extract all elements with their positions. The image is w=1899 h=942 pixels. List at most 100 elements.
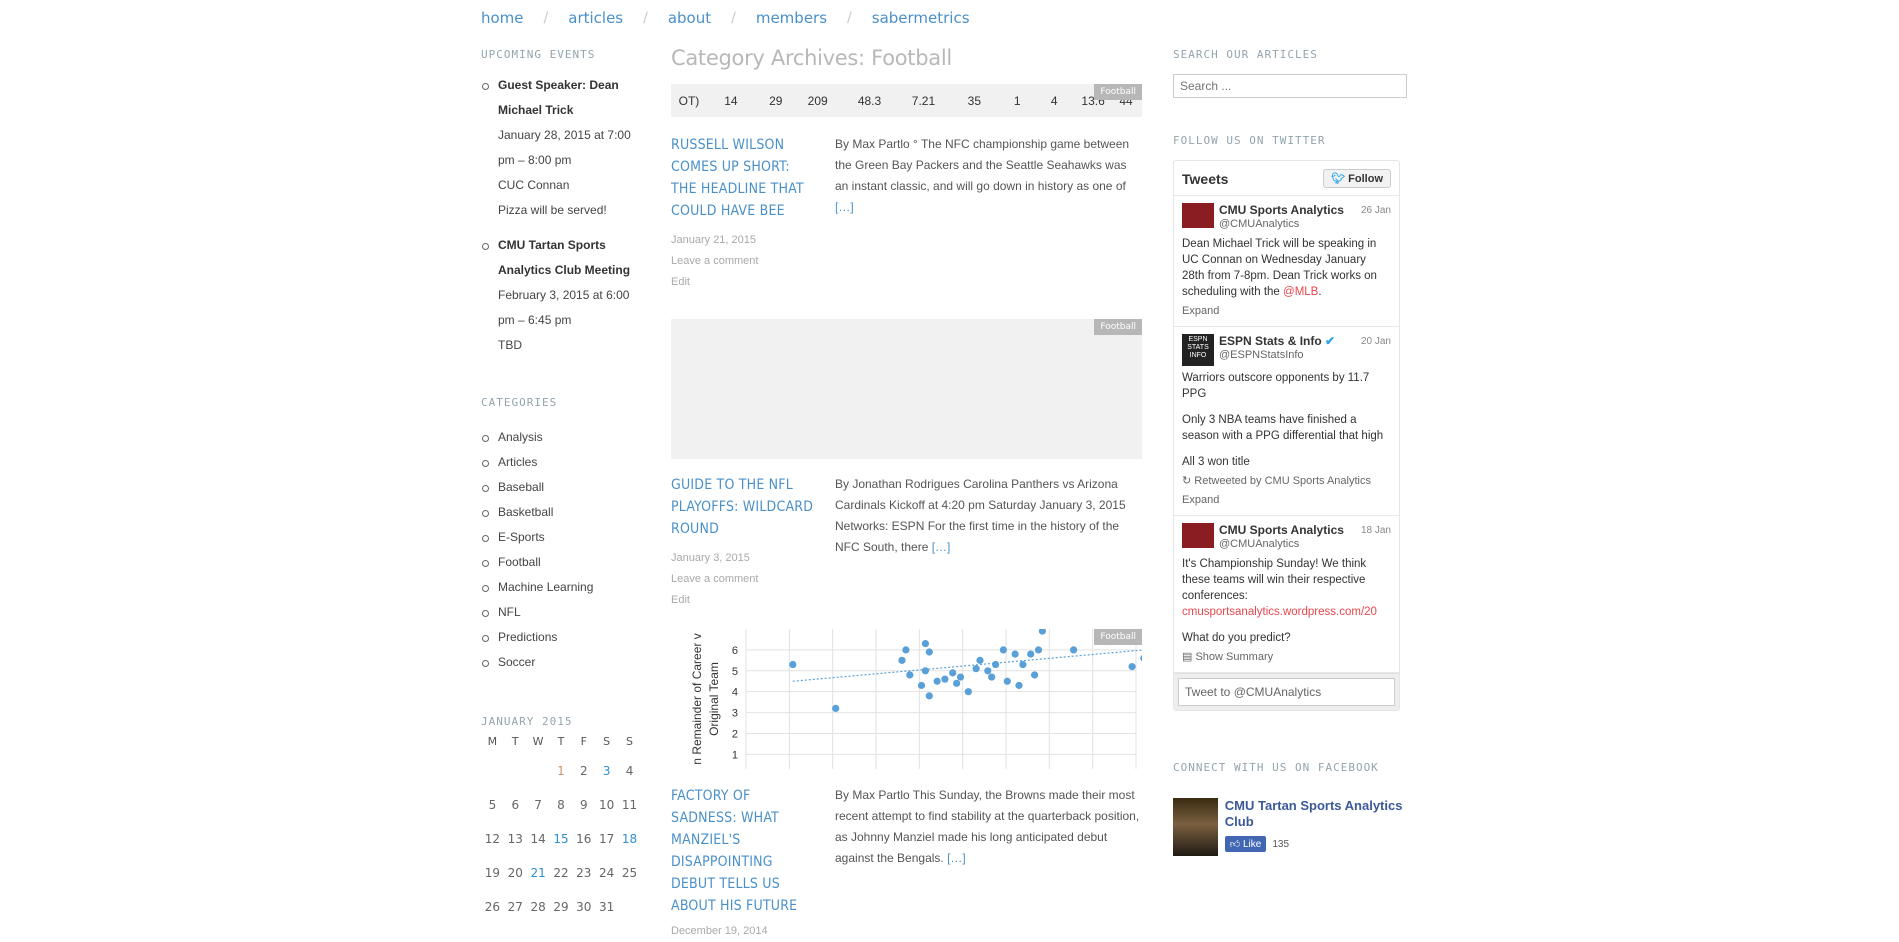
category-item[interactable]: Articles [481,450,641,475]
post-meta: January 3, 2015 Leave a comment Edit [671,548,814,611]
nav-sabermetrics[interactable]: sabermetrics [872,9,970,27]
calendar-day: 1 [557,764,565,778]
post-thumbnail[interactable]: Football [671,319,1142,459]
category-item[interactable]: Analysis [481,425,641,450]
data-point [976,656,984,664]
weekday: W [532,734,544,748]
facebook-like-button[interactable]: 👍︎ Like [1224,836,1267,852]
tweet-handle[interactable]: @CMUAnalytics [1219,537,1344,552]
nav-members[interactable]: members [756,9,827,27]
weekday: T [511,734,519,748]
post-title[interactable]: FACTORY OF SADNESS: WHAT MANZIEL'S DISAP… [671,788,797,914]
expand-link[interactable]: Expand [1182,303,1391,319]
data-point [933,677,941,685]
tweet-author[interactable]: CMU Sports Analytics [1219,523,1344,537]
twitter-bird-icon: 🐦︎ [1331,173,1346,185]
post-thumbnail[interactable]: 1 2 3 4 5 6 n Remainder of Career v Original Te… [671,629,1142,769]
calendar-day: 17 [599,832,615,846]
tweet-author[interactable]: CMU Sports Analytics [1219,203,1344,217]
search-input[interactable] [1173,74,1407,98]
event-title[interactable]: CMU Tartan Sports Analytics Club Meeting [498,233,641,283]
read-more-link[interactable]: […] [947,851,966,865]
tweet-handle[interactable]: @CMUAnalytics [1219,217,1344,232]
post-title[interactable]: GUIDE TO THE NFL PLAYOFFS: WILDCARD ROUN… [671,477,813,537]
retweet-info: ↻ Retweeted by CMU Sports Analytics [1182,473,1391,489]
tweet-date[interactable]: 26 Jan [1361,205,1391,216]
nav-articles[interactable]: articles [568,9,623,27]
calendar-day[interactable]: 15 [550,822,573,856]
category-item[interactable]: Basketball [481,500,641,525]
follow-label: Follow [1348,173,1383,185]
calendar-day: 9 [579,798,588,812]
category-item[interactable]: NFL [481,600,641,625]
tweet-handle[interactable]: @ESPNStatsInfo [1219,348,1335,363]
weekday: S [603,734,611,748]
tweet-author-name: ESPN Stats & Info [1219,334,1322,348]
calendar-day[interactable]: 3 [595,754,618,788]
event-where: CUC Connan [498,178,570,192]
expand-link[interactable]: Expand [1182,492,1391,508]
tweet-author[interactable]: ESPN Stats & Info ✔ [1219,334,1335,348]
tweet-url-link[interactable]: cmusportsanalytics.wordpress.com/20 [1182,604,1391,620]
post-date[interactable]: January 3, 2015 [671,548,814,569]
category-item[interactable]: Baseball [481,475,641,500]
tweet-text: Dean Michael Trick will be speaking in U… [1182,236,1391,300]
calendar-table: M T W T F S S 1 2 3 4 5 6 7 8 9 10 11 12 13 14 15 16 17 1… [481,728,641,924]
category-badge[interactable]: Football [1094,629,1142,645]
category-badge[interactable]: Football [1094,84,1142,100]
excerpt-text: By Max Partlo ° The NFC championship gam… [835,137,1130,193]
category-item[interactable]: Machine Learning [481,575,641,600]
post-date[interactable]: January 21, 2015 [671,230,814,251]
leave-comment-link[interactable]: Leave a comment [671,251,814,272]
table-cell: 7.21 [911,93,936,108]
mention-link[interactable]: @MLB [1283,286,1318,298]
post-date[interactable]: December 19, 2014 [671,921,814,942]
retweet-label[interactable]: Retweeted by CMU Sports Analytics [1194,475,1371,487]
avatar[interactable] [1182,523,1214,548]
nav-about[interactable]: about [668,9,711,27]
search-widget-title: SEARCH OUR ARTICLES [1173,48,1318,61]
calendar-day: 10 [599,798,615,812]
category-item[interactable]: E-Sports [481,525,641,550]
calendar-day [504,754,527,788]
event-title[interactable]: Guest Speaker: Dean Michael Trick [498,73,641,123]
calendar-day: 20 [507,866,523,880]
data-point [921,667,929,675]
category-item[interactable]: Soccer [481,650,641,675]
calendar-day[interactable]: 21 [527,856,550,890]
facebook-page-photo[interactable] [1173,798,1218,856]
tweet-compose-input[interactable]: Tweet to @CMUAnalytics [1178,678,1395,706]
read-more-link[interactable]: […] [932,540,951,554]
tweet-text: All 3 won title [1182,456,1250,468]
like-label: Like [1243,839,1262,850]
twitter-follow-button[interactable]: 🐦︎ Follow [1323,169,1391,188]
edit-link[interactable]: Edit [671,590,814,611]
data-point [1034,646,1043,654]
y-tick-label: 2 [732,728,738,740]
edit-link[interactable]: Edit [671,272,814,293]
left-sidebar: UPCOMING EVENTS Guest Speaker: Dean Mich… [481,48,641,924]
post-header: GUIDE TO THE NFL PLAYOFFS: WILDCARD ROUN… [671,474,814,611]
calendar-day[interactable]: 18 [618,822,641,856]
nav-home[interactable]: home [481,9,524,27]
category-badge[interactable]: Football [1094,319,1142,335]
post-title[interactable]: RUSSELL WILSON COMES UP SHORT: THE HEADL… [671,137,804,219]
category-item[interactable]: Predictions [481,625,641,650]
data-point [1140,655,1142,662]
calendar-day: 12 [484,832,501,846]
facebook-page-name[interactable]: CMU Tartan Sports Analytics Club [1225,798,1413,830]
post-thumbnail[interactable]: OT) 14 29 209 48.3 7.21 35 1 4 13.6 44 Football [671,84,1142,117]
avatar[interactable] [1182,203,1214,228]
table-cell: 4 [1050,93,1058,108]
avatar[interactable]: ESPN STATS INFO [1182,334,1214,366]
show-summary-link[interactable]: ▤ Show Summary [1182,649,1391,665]
show-summary-label: Show Summary [1195,651,1274,663]
tweet-date[interactable]: 20 Jan [1361,336,1391,347]
category-item[interactable]: Football [481,550,641,575]
tweet-date[interactable]: 18 Jan [1361,525,1391,536]
leave-comment-link[interactable]: Leave a comment [671,569,814,590]
facebook-widget-title: CONNECT WITH US ON FACEBOOK [1173,761,1379,774]
calendar-day: 7 [534,798,542,812]
calendar-day [481,754,504,788]
read-more-link[interactable]: […] [835,200,854,214]
